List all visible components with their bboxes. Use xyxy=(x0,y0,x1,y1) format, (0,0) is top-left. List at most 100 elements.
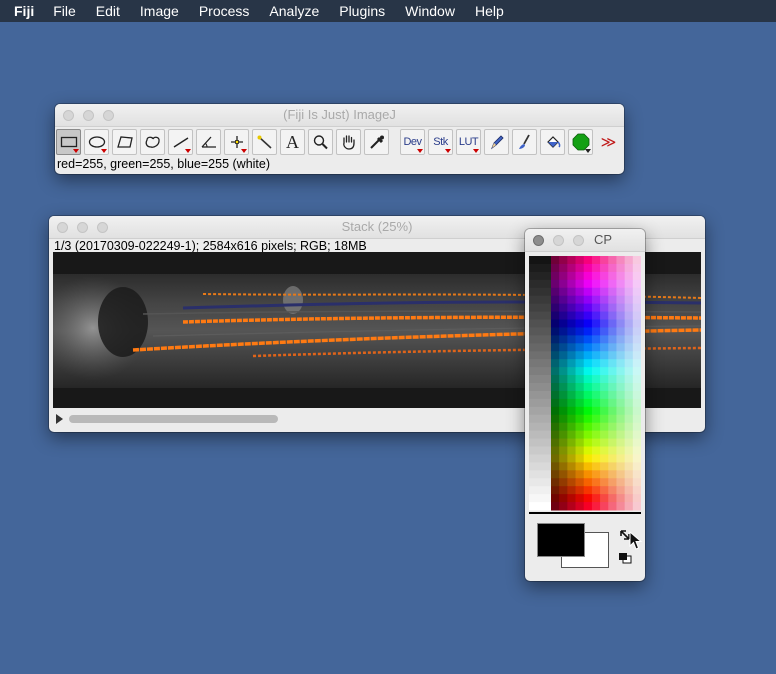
color-swatch[interactable] xyxy=(567,390,576,400)
color-swatch[interactable] xyxy=(616,486,626,495)
color-swatch[interactable] xyxy=(583,502,593,511)
color-swatch[interactable] xyxy=(591,335,601,344)
color-swatch[interactable] xyxy=(567,494,576,503)
color-swatch[interactable] xyxy=(551,343,560,352)
color-swatch[interactable] xyxy=(616,311,626,320)
color-swatch[interactable] xyxy=(624,470,634,479)
color-swatch[interactable] xyxy=(559,486,568,495)
color-swatch[interactable] xyxy=(616,263,626,273)
color-swatch[interactable] xyxy=(624,478,634,487)
color-swatch[interactable] xyxy=(624,271,634,281)
color-swatch[interactable] xyxy=(616,478,626,487)
color-swatch[interactable] xyxy=(616,414,626,424)
color-swatch[interactable] xyxy=(559,311,568,320)
color-swatch[interactable] xyxy=(583,319,593,328)
color-swatch[interactable] xyxy=(608,319,617,328)
gray-swatch[interactable] xyxy=(529,430,551,440)
color-swatch[interactable] xyxy=(632,303,641,313)
color-swatch[interactable] xyxy=(591,414,601,424)
stack-slider-thumb[interactable] xyxy=(69,415,278,423)
color-swatch[interactable] xyxy=(575,375,585,384)
color-swatch[interactable] xyxy=(591,367,601,376)
color-swatch[interactable] xyxy=(600,303,609,313)
app-menu-fiji[interactable]: Fiji xyxy=(0,0,43,22)
color-swatch[interactable] xyxy=(624,279,634,289)
color-swatch[interactable] xyxy=(624,367,634,376)
color-swatch[interactable] xyxy=(600,311,609,320)
color-swatch[interactable] xyxy=(567,422,576,432)
color-swatch[interactable] xyxy=(624,383,634,392)
gray-swatch[interactable] xyxy=(529,438,551,447)
color-swatch[interactable] xyxy=(608,256,617,265)
color-swatch[interactable] xyxy=(600,287,609,297)
color-swatch[interactable] xyxy=(600,256,609,265)
gray-swatch[interactable] xyxy=(529,398,551,408)
color-swatch[interactable] xyxy=(583,343,593,352)
color-swatch[interactable] xyxy=(632,406,641,416)
color-swatch[interactable] xyxy=(632,502,641,511)
color-swatch[interactable] xyxy=(632,295,641,305)
color-swatch[interactable] xyxy=(583,335,593,344)
gray-swatch[interactable] xyxy=(529,311,551,320)
color-swatch[interactable] xyxy=(567,454,576,463)
color-swatch[interactable] xyxy=(608,303,617,313)
color-swatch[interactable] xyxy=(583,367,593,376)
color-swatch[interactable] xyxy=(608,295,617,305)
color-swatch[interactable] xyxy=(583,422,593,432)
color-swatch[interactable] xyxy=(616,502,626,511)
color-swatch[interactable] xyxy=(567,295,576,305)
menu-edit[interactable]: Edit xyxy=(86,0,130,22)
color-swatch[interactable] xyxy=(600,263,609,273)
color-swatch[interactable] xyxy=(600,470,609,479)
color-swatch[interactable] xyxy=(559,406,568,416)
color-swatch[interactable] xyxy=(616,303,626,313)
color-swatch[interactable] xyxy=(616,343,626,352)
color-swatch[interactable] xyxy=(559,422,568,432)
color-swatch[interactable] xyxy=(559,271,568,281)
gray-swatch[interactable] xyxy=(529,367,551,376)
color-swatch[interactable] xyxy=(624,494,634,503)
color-swatch[interactable] xyxy=(575,271,585,281)
gray-swatch[interactable] xyxy=(529,422,551,432)
color-swatch[interactable] xyxy=(575,430,585,440)
color-swatch[interactable] xyxy=(616,256,626,265)
color-swatch[interactable] xyxy=(591,398,601,408)
color-swatch[interactable] xyxy=(567,351,576,360)
color-swatch[interactable] xyxy=(600,279,609,289)
color-swatch[interactable] xyxy=(575,263,585,273)
color-swatch[interactable] xyxy=(608,367,617,376)
color-swatch[interactable] xyxy=(632,311,641,320)
color-swatch[interactable] xyxy=(567,383,576,392)
color-swatch[interactable] xyxy=(624,438,634,447)
color-swatch[interactable] xyxy=(559,375,568,384)
color-swatch[interactable] xyxy=(624,327,634,336)
color-swatch[interactable] xyxy=(591,383,601,392)
color-swatch[interactable] xyxy=(632,351,641,360)
color-swatch[interactable] xyxy=(551,263,560,273)
color-swatch[interactable] xyxy=(608,478,617,487)
color-swatch[interactable] xyxy=(591,430,601,440)
imagej-titlebar[interactable]: (Fiji Is Just) ImageJ xyxy=(55,104,624,127)
color-swatch[interactable] xyxy=(608,351,617,360)
color-swatch[interactable] xyxy=(575,295,585,305)
menu-analyze[interactable]: Analyze xyxy=(259,0,329,22)
color-swatch[interactable] xyxy=(591,462,601,471)
color-swatch[interactable] xyxy=(575,303,585,313)
color-swatch[interactable] xyxy=(575,279,585,289)
color-swatch[interactable] xyxy=(624,295,634,305)
color-swatch[interactable] xyxy=(583,486,593,495)
color-swatch[interactable] xyxy=(559,295,568,305)
color-swatch[interactable] xyxy=(632,470,641,479)
color-swatch[interactable] xyxy=(616,462,626,471)
color-swatch[interactable] xyxy=(632,430,641,440)
color-swatch[interactable] xyxy=(624,486,634,495)
color-swatch[interactable] xyxy=(583,430,593,440)
color-swatch[interactable] xyxy=(567,375,576,384)
color-swatch[interactable] xyxy=(632,414,641,424)
color-swatch[interactable] xyxy=(583,327,593,336)
color-swatch[interactable] xyxy=(632,359,641,368)
color-swatch[interactable] xyxy=(575,367,585,376)
color-palette[interactable] xyxy=(529,256,641,514)
color-swatch[interactable] xyxy=(575,287,585,297)
color-swatch[interactable] xyxy=(567,398,576,408)
